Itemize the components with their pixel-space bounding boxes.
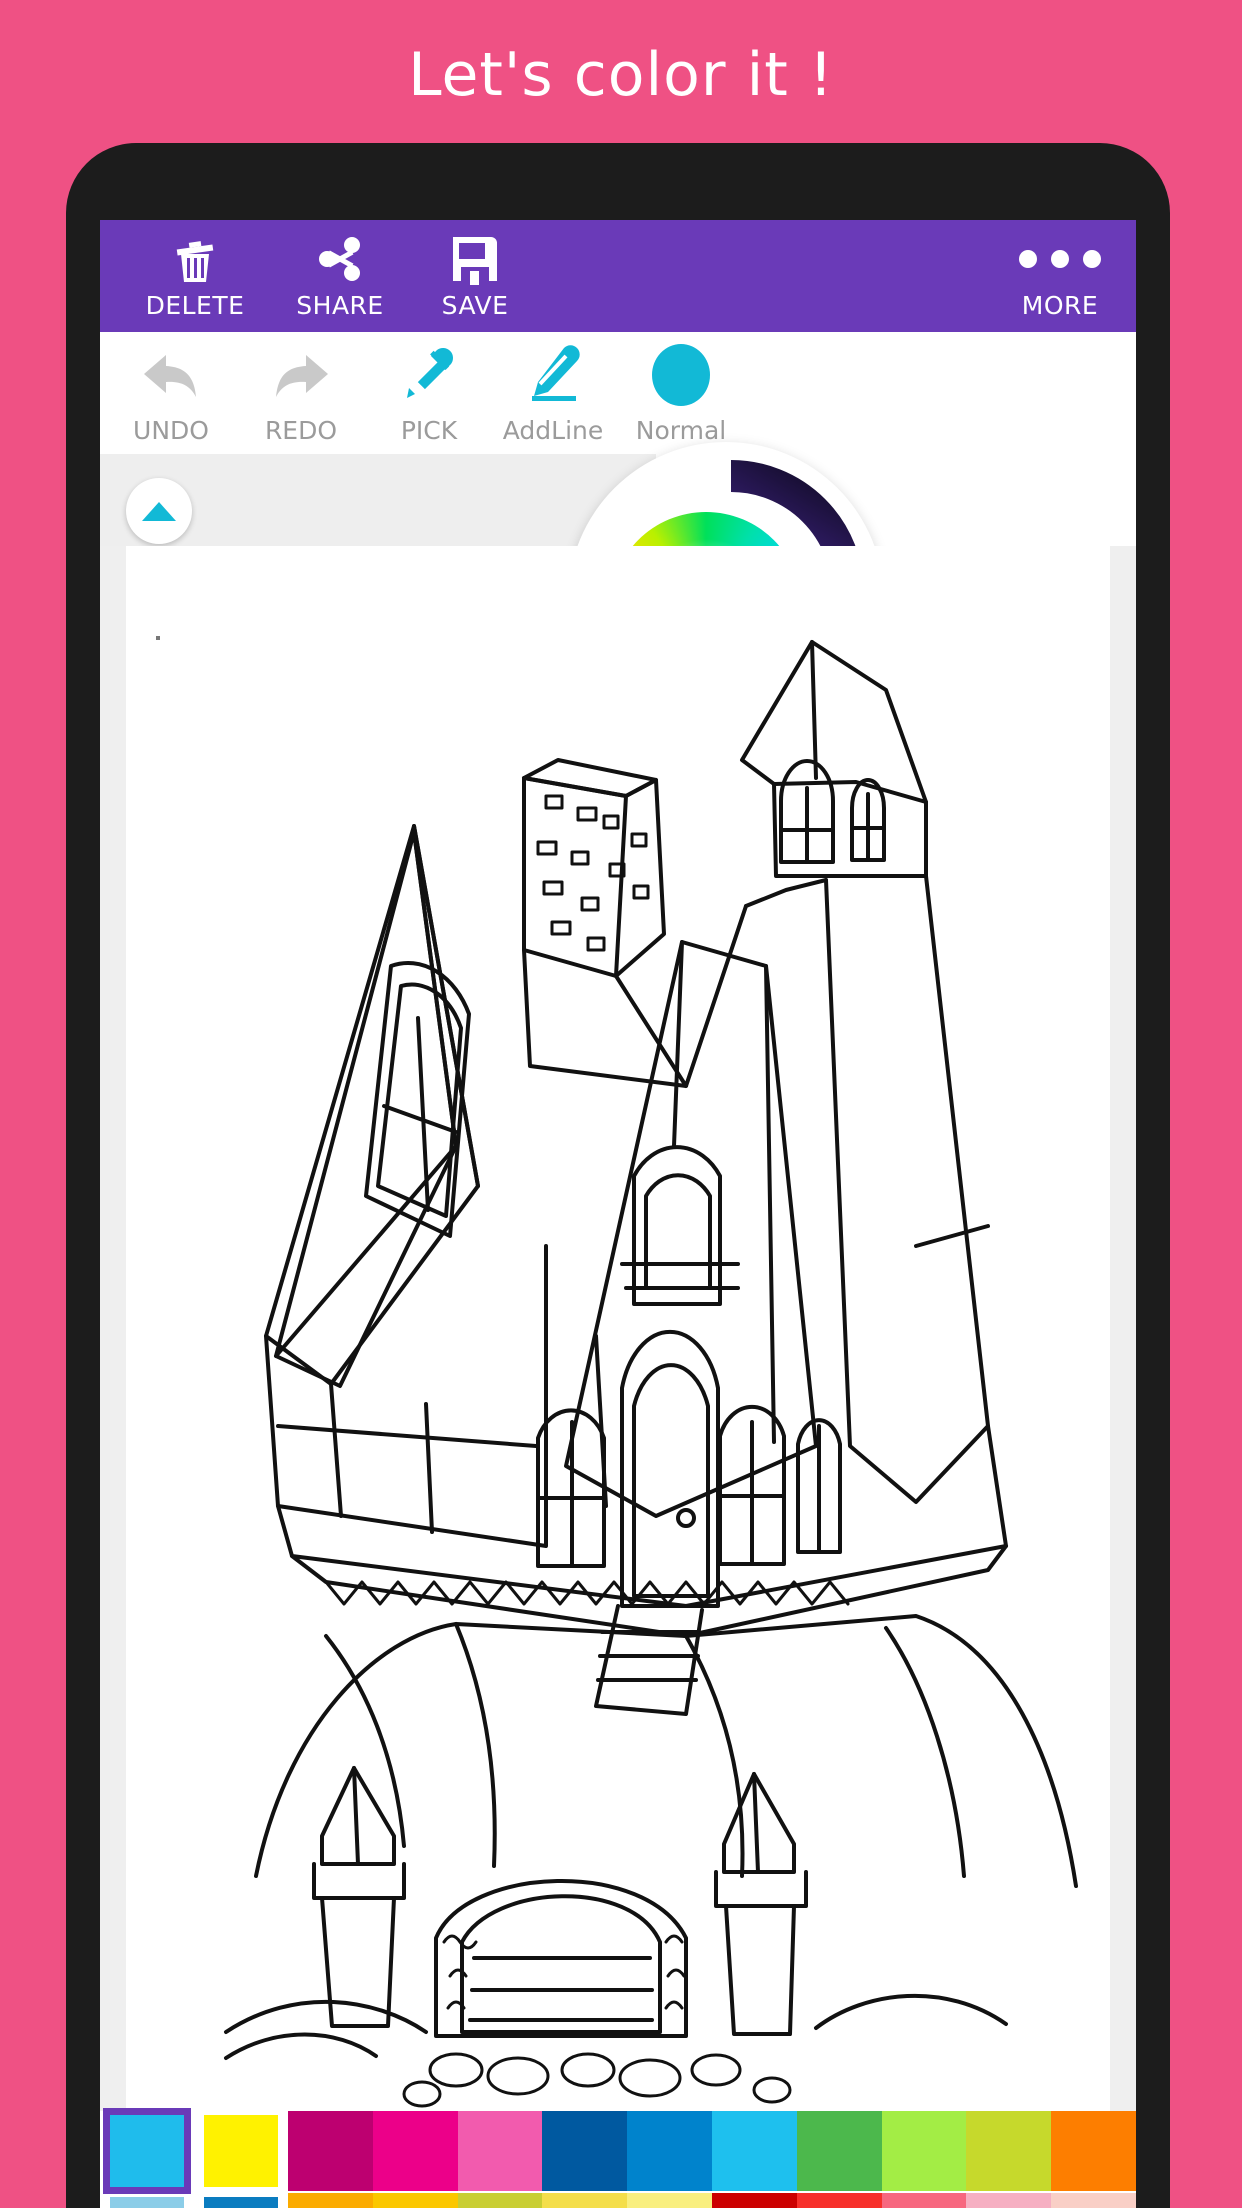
- color-swatch[interactable]: [542, 2111, 628, 2191]
- color-swatch[interactable]: [881, 2111, 967, 2191]
- color-palette[interactable]: [100, 2111, 1136, 2208]
- color-swatch[interactable]: [627, 2193, 712, 2208]
- pick-label: PICK: [400, 416, 458, 445]
- color-swatch[interactable]: [881, 2193, 967, 2208]
- color-swatch[interactable]: [796, 2193, 882, 2208]
- color-swatch[interactable]: [288, 2111, 373, 2191]
- color-swatch[interactable]: [288, 2193, 373, 2208]
- delete-button[interactable]: DELETE: [120, 220, 270, 332]
- canvas-area[interactable]: [100, 546, 1136, 2111]
- color-swatch-selected[interactable]: [110, 2115, 184, 2187]
- color-swatch[interactable]: [457, 2193, 543, 2208]
- color-swatch[interactable]: [1051, 2193, 1136, 2208]
- pick-color-button[interactable]: PICK: [368, 338, 490, 450]
- eyedropper-icon: [399, 338, 459, 412]
- promo-header: Let's color it !: [0, 0, 1242, 150]
- coloring-line-art[interactable]: [126, 546, 1110, 2111]
- color-swatch[interactable]: [204, 2197, 278, 2208]
- undo-button[interactable]: UNDO: [110, 338, 232, 450]
- phone-frame: DELETE SHARE SAVE MORE UNDO REDO PICK Ad…: [66, 143, 1170, 2208]
- promo-title: Let's color it !: [408, 40, 834, 110]
- color-swatch[interactable]: [966, 2111, 1052, 2191]
- color-swatch[interactable]: [542, 2193, 628, 2208]
- color-swatch[interactable]: [796, 2111, 882, 2191]
- more-label: MORE: [1021, 290, 1099, 320]
- pencil-icon: [522, 338, 584, 412]
- tool-bar: UNDO REDO PICK AddLine Normal: [100, 332, 1136, 454]
- color-swatch[interactable]: [372, 2111, 458, 2191]
- color-swatch[interactable]: [372, 2193, 458, 2208]
- share-icon: [315, 233, 365, 285]
- save-button[interactable]: SAVE: [400, 220, 550, 332]
- collapse-toolbar-button[interactable]: [126, 478, 192, 544]
- add-line-button[interactable]: AddLine: [492, 338, 614, 450]
- palette-row-1: [100, 2111, 1136, 2191]
- share-button[interactable]: SHARE: [265, 220, 415, 332]
- color-swatch[interactable]: [110, 2197, 184, 2208]
- triangle-up-icon: [142, 501, 176, 521]
- delete-label: DELETE: [145, 290, 245, 320]
- color-swatch[interactable]: [1051, 2111, 1136, 2191]
- overflow-dots-icon: [1019, 233, 1101, 285]
- redo-label: REDO: [264, 416, 338, 445]
- share-label: SHARE: [296, 290, 384, 320]
- save-label: SAVE: [441, 290, 509, 320]
- floppy-disk-icon: [449, 233, 501, 285]
- canvas-sheet[interactable]: [126, 546, 1110, 2111]
- redo-button[interactable]: REDO: [240, 338, 362, 450]
- normal-label: Normal: [635, 416, 727, 445]
- addline-label: AddLine: [502, 416, 604, 445]
- color-swatch[interactable]: [711, 2111, 797, 2191]
- undo-label: UNDO: [133, 416, 209, 445]
- brush-mode-button[interactable]: Normal: [620, 338, 742, 450]
- palette-row-2: [100, 2193, 1136, 2208]
- color-swatch[interactable]: [457, 2111, 543, 2191]
- color-swatch[interactable]: [627, 2111, 712, 2191]
- filled-circle-icon: [652, 338, 710, 412]
- color-swatch[interactable]: [711, 2193, 797, 2208]
- redo-arrow-icon: [270, 338, 332, 412]
- color-swatch[interactable]: [966, 2193, 1052, 2208]
- more-button[interactable]: MORE: [990, 220, 1130, 332]
- phone-screen: DELETE SHARE SAVE MORE UNDO REDO PICK Ad…: [100, 220, 1136, 2208]
- action-bar: DELETE SHARE SAVE MORE: [100, 220, 1136, 332]
- undo-arrow-icon: [140, 338, 202, 412]
- trash-icon: [172, 233, 218, 285]
- color-swatch[interactable]: [204, 2115, 278, 2187]
